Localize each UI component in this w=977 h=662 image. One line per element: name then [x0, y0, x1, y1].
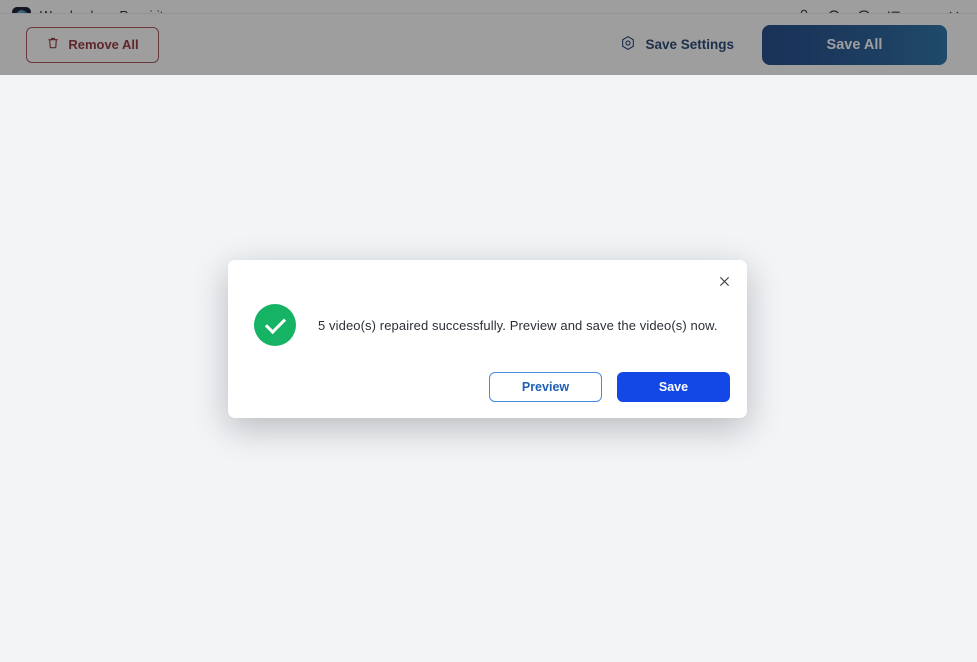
trash-icon — [46, 36, 60, 53]
remove-all-button[interactable]: Remove All — [26, 26, 159, 63]
save-settings-button[interactable]: Save Settings — [620, 35, 734, 54]
dialog-save-button[interactable]: Save — [617, 372, 730, 402]
success-check-icon — [254, 304, 296, 346]
dialog-body: 5 video(s) repaired successfully. Previe… — [228, 260, 747, 346]
save-settings-label: Save Settings — [645, 37, 734, 52]
remove-all-label: Remove All — [68, 37, 139, 52]
dialog-preview-button[interactable]: Preview — [489, 372, 602, 402]
dialog-message: 5 video(s) repaired successfully. Previe… — [318, 317, 718, 333]
application-window: Wondershare Repairit — [0, 0, 977, 662]
save-all-button[interactable]: Save All — [762, 24, 947, 65]
dialog-actions: Preview Save — [489, 372, 730, 402]
success-dialog: 5 video(s) repaired successfully. Previe… — [228, 260, 747, 418]
footer-toolbar: Remove All Save Settings Save All — [0, 13, 977, 75]
gear-settings-icon — [620, 35, 636, 54]
app-chrome: Wondershare Repairit — [0, 0, 977, 75]
close-icon[interactable] — [713, 270, 735, 292]
